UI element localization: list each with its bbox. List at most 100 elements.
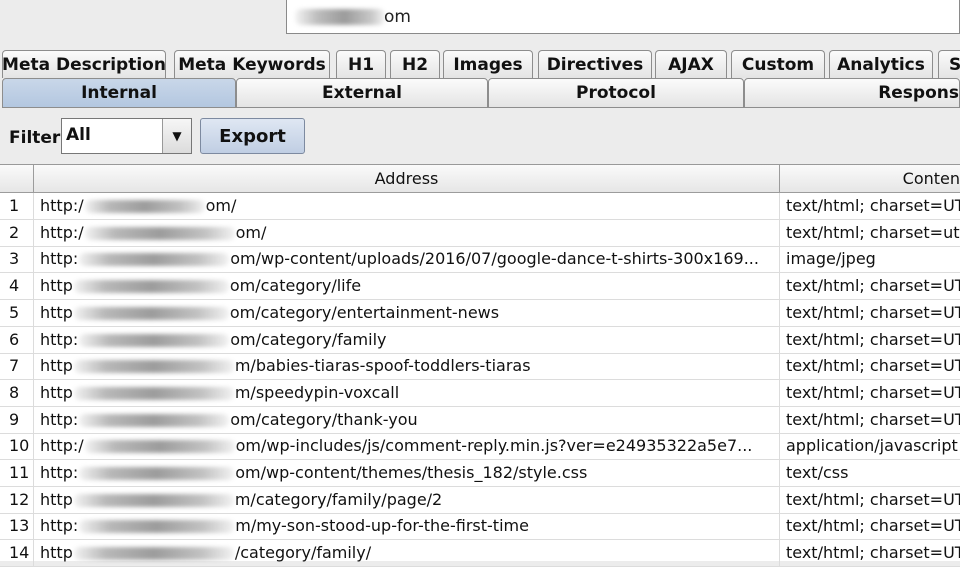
redacted-domain-blur	[79, 333, 230, 347]
tab-external[interactable]: External	[236, 78, 488, 108]
table-row[interactable]: 11 http: om/wp-content/themes/thesis_182/s…	[0, 460, 960, 487]
address-path: om/category/life	[229, 276, 362, 296]
table-row[interactable]: 2 http:/ om/text/html; charset=utf-	[0, 219, 960, 247]
address-path: om/category/entertainment-news	[229, 302, 500, 322]
address-cell[interactable]: http om/category/entertainment-news	[34, 299, 780, 326]
address-prefix: http:/	[40, 196, 84, 215]
table-row[interactable]: 7 http m/babies-tiaras-spoof-toddlers-tiar…	[0, 353, 960, 381]
content-type-cell: text/html; charset=UT	[786, 516, 960, 536]
address-path: m/my-son-stood-up-for-the-first-time	[235, 516, 529, 536]
tab-row-top: Meta Description Meta Keywords H1 H2 Ima…	[0, 50, 960, 78]
export-button[interactable]: Export	[200, 118, 305, 154]
address-prefix: http	[40, 356, 73, 376]
table-row[interactable]: 1 http:/ om/text/html; charset=UT	[0, 193, 960, 220]
address-prefix: http:	[40, 409, 79, 429]
table-row[interactable]: 10 http:/ om/wp-includes/js/comment-reply.…	[0, 433, 960, 461]
url-bar[interactable]: om	[286, 0, 960, 34]
content-type-cell: text/html; charset=UT	[786, 356, 960, 376]
address-path: m/speedypin-voxcall	[234, 382, 400, 402]
tab-custom[interactable]: Custom	[731, 50, 825, 78]
results-table: Address Conten 1 http:/ om/text/html; char…	[0, 164, 960, 567]
filter-bar: Filter: All ▼ Export	[0, 108, 960, 164]
address-cell[interactable]: http/category/family/	[34, 540, 780, 567]
redacted-domain-blur	[84, 226, 235, 240]
tab-s[interactable]: S	[938, 50, 960, 78]
content-type-cell: text/html; charset=UT	[786, 276, 960, 296]
row-number: 3	[0, 246, 34, 273]
content-type-cell: text/css	[786, 463, 849, 482]
column-header-content-type[interactable]: Conten	[780, 165, 960, 193]
table-row[interactable]: 4 http om/category/life text/html; charset=…	[0, 273, 960, 301]
redacted-domain-blur	[73, 386, 234, 400]
address-prefix: http	[40, 489, 73, 509]
redacted-domain-blur	[73, 280, 229, 294]
filter-select-value: All	[66, 125, 91, 145]
address-cell[interactable]: http: om/wp-content/themes/thesis_182/sty…	[34, 460, 780, 486]
address-cell[interactable]: http: m/my-son-stood-up-for-the-first-tim…	[34, 513, 780, 540]
tab-meta-keywords[interactable]: Meta Keywords	[174, 50, 330, 78]
tab-h2[interactable]: H2	[390, 50, 440, 78]
row-number: 12	[0, 486, 34, 513]
redacted-url-blur	[295, 9, 385, 25]
address-prefix: http:/	[40, 436, 84, 456]
tab-protocol[interactable]: Protocol	[488, 78, 744, 108]
filter-label: Filter:	[9, 128, 68, 148]
address-cell[interactable]: http: om/category/thank-you	[34, 406, 780, 433]
row-number: 11	[0, 460, 34, 486]
row-number: 14	[0, 540, 34, 567]
address-cell[interactable]: http m/category/family/page/2	[34, 486, 780, 513]
row-number: 9	[0, 406, 34, 433]
table-row[interactable]: 5 http om/category/entertainment-news text/…	[0, 299, 960, 327]
address-prefix: http:	[40, 463, 79, 482]
table-row[interactable]: 6 http: om/category/family text/html; chars…	[0, 326, 960, 354]
table-row[interactable]: 13 http: m/my-son-stood-up-for-the-first-t…	[0, 513, 960, 541]
content-type-cell: application/javascript	[786, 436, 958, 456]
url-text: om	[384, 7, 411, 27]
tab-response[interactable]: Respons	[744, 78, 960, 108]
tab-images[interactable]: Images	[443, 50, 533, 78]
address-prefix: http:	[40, 249, 79, 269]
redacted-domain-blur	[79, 253, 230, 267]
filter-select[interactable]: All ▼	[61, 118, 192, 154]
content-type-cell: text/html; charset=UT	[786, 329, 960, 349]
redacted-domain-blur	[73, 547, 234, 561]
content-type-cell: text/html; charset=UT	[786, 382, 960, 402]
address-path: om/wp-content/themes/thesis_182/style.cs…	[235, 463, 588, 482]
address-prefix: http	[40, 543, 73, 563]
tab-internal[interactable]: Internal	[2, 78, 236, 108]
address-path: om/	[205, 196, 237, 215]
address-cell[interactable]: http:/ om/wp-includes/js/comment-reply.mi…	[34, 433, 780, 460]
address-cell[interactable]: http: om/category/family	[34, 326, 780, 353]
address-path: om/category/family	[230, 329, 387, 349]
table-row[interactable]: 9 http: om/category/thank-you text/html; ch…	[0, 406, 960, 434]
chevron-down-icon[interactable]: ▼	[162, 119, 191, 153]
column-header-address[interactable]: Address	[34, 165, 780, 193]
table-row[interactable]: 12 http m/category/family/page/2 text/html;…	[0, 486, 960, 514]
tab-ajax[interactable]: AJAX	[655, 50, 727, 78]
tab-analytics[interactable]: Analytics	[829, 50, 933, 78]
address-cell[interactable]: http:/ om/	[34, 219, 780, 246]
address-cell[interactable]: http om/category/life	[34, 273, 780, 300]
address-prefix: http:	[40, 329, 79, 349]
content-type-cell: image/jpeg	[786, 249, 876, 269]
redacted-domain-blur	[73, 360, 234, 374]
row-number: 7	[0, 353, 34, 380]
content-type-cell: text/html; charset=UT	[786, 302, 960, 322]
tab-directives[interactable]: Directives	[538, 50, 652, 78]
address-cell[interactable]: http:/ om/	[34, 193, 780, 219]
row-number: 10	[0, 433, 34, 460]
table-row[interactable]: 3 http: om/wp-content/uploads/2016/07/goog…	[0, 246, 960, 274]
address-prefix: http	[40, 302, 73, 322]
tab-h1[interactable]: H1	[336, 50, 386, 78]
table-row[interactable]: 14 http/category/family/text/html; charse…	[0, 540, 960, 567]
address-path: om/wp-includes/js/comment-reply.min.js?v…	[235, 436, 753, 456]
tab-row-bottom: Internal External Protocol Respons	[0, 78, 960, 108]
column-header-row-number[interactable]	[0, 165, 34, 193]
redacted-domain-blur	[84, 440, 235, 454]
address-cell[interactable]: http: om/wp-content/uploads/2016/07/googl…	[34, 246, 780, 273]
redacted-domain-blur	[79, 520, 235, 534]
address-cell[interactable]: http m/babies-tiaras-spoof-toddlers-tiara…	[34, 353, 780, 380]
table-row[interactable]: 8 http m/speedypin-voxcall text/html; chars…	[0, 379, 960, 407]
tab-meta-description[interactable]: Meta Description	[2, 50, 166, 78]
address-cell[interactable]: http m/speedypin-voxcall	[34, 379, 780, 406]
